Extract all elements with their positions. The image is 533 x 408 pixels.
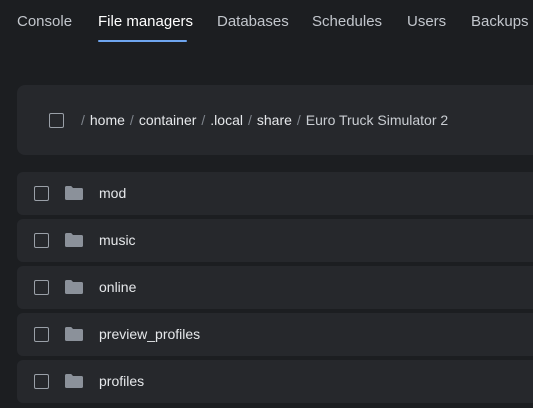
breadcrumb-separator: /	[296, 112, 301, 128]
file-row-music[interactable]: music	[17, 219, 533, 262]
file-manager-page: Console File managers Databases Schedule…	[0, 0, 533, 408]
row-checkbox[interactable]	[34, 186, 49, 201]
folder-icon	[65, 233, 83, 247]
row-checkbox[interactable]	[34, 280, 49, 295]
file-row-mod[interactable]: mod	[17, 172, 533, 215]
breadcrumb-separator: /	[201, 112, 206, 128]
row-checkbox[interactable]	[34, 374, 49, 389]
file-name: online	[99, 279, 137, 295]
folder-icon	[65, 327, 83, 341]
tab-databases[interactable]: Databases	[217, 13, 289, 31]
file-row-online[interactable]: online	[17, 266, 533, 309]
breadcrumb-current: Euro Truck Simulator 2	[305, 112, 449, 128]
file-name: profiles	[99, 373, 145, 389]
file-name: music	[99, 232, 136, 248]
row-checkbox[interactable]	[34, 233, 49, 248]
tab-users[interactable]: Users	[407, 13, 446, 31]
breadcrumb-separator: /	[129, 112, 134, 128]
breadcrumb-home[interactable]: home	[90, 112, 125, 128]
file-name: mod	[99, 185, 127, 201]
tab-file-managers[interactable]: File managers	[98, 13, 193, 31]
row-checkbox[interactable]	[34, 327, 49, 342]
tab-schedules[interactable]: Schedules	[312, 13, 382, 31]
breadcrumb-share[interactable]: share	[257, 112, 292, 128]
file-row-preview-profiles[interactable]: preview_profiles	[17, 313, 533, 356]
breadcrumb-container[interactable]: container	[139, 112, 197, 128]
folder-icon	[65, 374, 83, 388]
breadcrumb-separator: /	[81, 112, 85, 128]
folder-icon	[65, 280, 83, 294]
folder-icon	[65, 186, 83, 200]
breadcrumb-separator: /	[247, 112, 252, 128]
file-name: preview_profiles	[99, 326, 201, 342]
tab-backups[interactable]: Backups	[471, 13, 529, 31]
breadcrumb: / home / container / .local / share / Euro Truck …	[81, 111, 448, 129]
active-tab-indicator	[98, 40, 187, 42]
breadcrumb-panel: / home / container / .local / share / Euro Truck …	[17, 85, 533, 155]
breadcrumb-local[interactable]: .local	[210, 112, 243, 128]
select-all-checkbox[interactable]	[49, 113, 64, 128]
tab-bar: Console File managers Databases Schedule…	[0, 0, 533, 48]
tab-console[interactable]: Console	[17, 13, 72, 31]
file-row-profiles[interactable]: profiles	[17, 360, 533, 403]
